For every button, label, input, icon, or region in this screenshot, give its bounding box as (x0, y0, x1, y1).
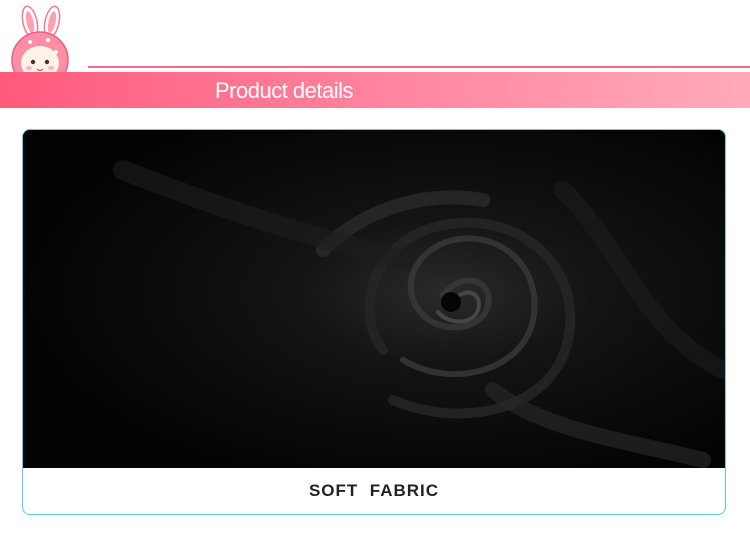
section-banner (0, 72, 750, 108)
fabric-card: SOFT FABRIC (22, 129, 726, 515)
fabric-caption: SOFT FABRIC (308, 481, 440, 500)
section-title: Product details (215, 78, 354, 103)
header-divider (88, 66, 750, 68)
fabric-photo (23, 130, 725, 468)
